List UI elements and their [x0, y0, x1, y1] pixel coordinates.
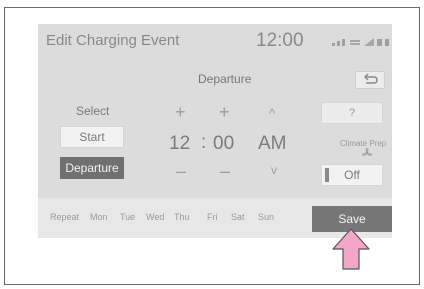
fan-icon [362, 148, 372, 156]
day-button-sat[interactable]: Sat [231, 212, 245, 222]
day-button-mon[interactable]: Mon [90, 212, 108, 222]
back-arrow-icon [363, 73, 378, 84]
battery-icon [377, 39, 389, 46]
time-separator: : [201, 132, 207, 153]
screen-title: Edit Charging Event [46, 32, 180, 49]
minute-increase-button[interactable]: + [219, 102, 230, 123]
ampm-value: AM [258, 133, 287, 154]
signal-icon [332, 39, 345, 46]
minute-value: 00 [213, 133, 235, 154]
day-button-thu[interactable]: Thu [174, 212, 190, 222]
repeat-label: Repeat [50, 212, 80, 222]
back-button[interactable] [355, 71, 385, 89]
clock: 12:00 [256, 30, 304, 51]
day-button-wed[interactable]: Wed [146, 212, 164, 222]
select-label: Select [76, 104, 110, 118]
hour-value: 12 [169, 133, 191, 154]
departure-heading: Departure [198, 72, 252, 86]
hour-decrease-button[interactable]: – [176, 161, 186, 182]
day-button-sun[interactable]: Sun [258, 212, 274, 222]
departure-button[interactable]: Departure [60, 157, 124, 179]
hour-increase-button[interactable]: + [175, 102, 186, 123]
climate-toggle-label: Off [344, 168, 360, 182]
ampm-down-button[interactable]: v [271, 163, 277, 177]
toggle-indicator [325, 168, 329, 182]
minute-decrease-button[interactable]: – [220, 161, 230, 182]
start-button[interactable]: Start [60, 126, 124, 148]
pointer-arrow-icon [332, 228, 370, 270]
status-bar-icons [332, 38, 389, 46]
help-button[interactable]: ? [321, 102, 383, 124]
day-button-tue[interactable]: Tue [120, 212, 135, 222]
charging-event-screen: Edit Charging Event 12:00 Departure Sele… [38, 24, 392, 238]
day-button-fri[interactable]: Fri [207, 212, 218, 222]
ampm-up-button[interactable]: ^ [269, 106, 275, 121]
climate-prep-label: Climate Prep [340, 139, 387, 148]
climate-toggle-button[interactable]: Off [321, 164, 383, 186]
